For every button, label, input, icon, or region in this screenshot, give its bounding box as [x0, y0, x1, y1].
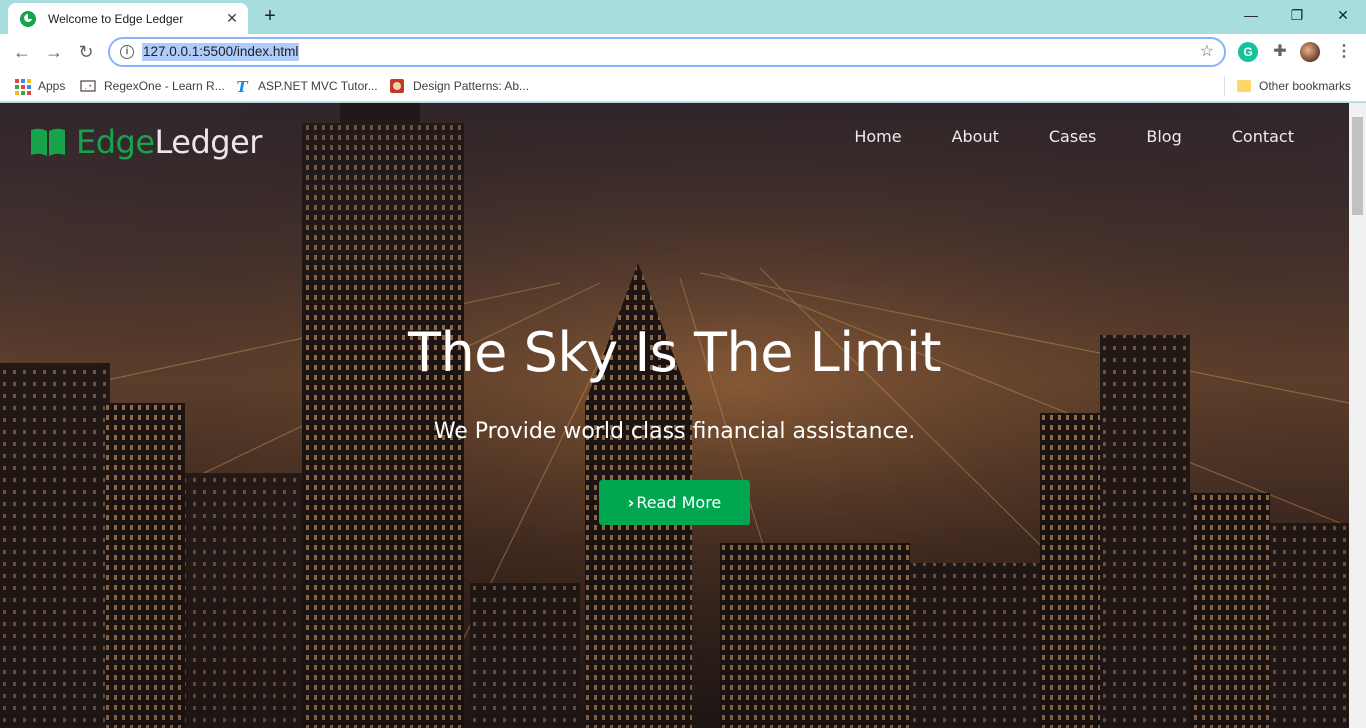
bookmark-aspnet[interactable]: T ASP.NET MVC Tutor...: [234, 76, 378, 96]
site-favicon-icon: [20, 10, 36, 27]
hero-title: The Sky Is The Limit: [407, 321, 942, 384]
address-bar[interactable]: i 127.0.0.1:5500/index.html ☆: [108, 37, 1226, 67]
nav-link-cases[interactable]: Cases: [1049, 127, 1097, 146]
bookmark-apps[interactable]: Apps: [14, 76, 65, 96]
scrollbar-thumb[interactable]: [1352, 117, 1363, 215]
tab-strip: Welcome to Edge Ledger ✕ + — ❐ ✕: [0, 0, 1366, 34]
bookmark-label: ASP.NET MVC Tutor...: [258, 79, 378, 93]
bookmarks-divider: [1224, 76, 1225, 96]
page-viewport: EdgeLedger Home About Cases Blog Contact…: [0, 103, 1349, 728]
bookmark-label: Apps: [38, 79, 66, 93]
bookmark-star-icon[interactable]: ☆: [1200, 41, 1214, 61]
book-logo-icon: [30, 127, 66, 157]
bookmark-label: Design Patterns: Ab...: [413, 79, 530, 93]
nav-link-contact[interactable]: Contact: [1232, 127, 1294, 146]
refactoring-guru-icon: [389, 78, 405, 94]
apps-grid-icon: [14, 78, 31, 95]
hero-subtitle: We Provide world class financial assista…: [433, 419, 916, 444]
read-more-label: Read More: [636, 493, 722, 512]
bookmark-design-patterns[interactable]: Design Patterns: Ab...: [389, 76, 529, 96]
browser-toolbar: ← → ↻ i 127.0.0.1:5500/index.html ☆ G ✚ …: [0, 34, 1366, 70]
url-text[interactable]: 127.0.0.1:5500/index.html: [142, 43, 300, 61]
chevron-right-icon: ›: [627, 493, 635, 512]
other-bookmarks[interactable]: Other bookmarks: [1237, 76, 1351, 96]
folder-icon: [1237, 80, 1251, 92]
browser-tab[interactable]: Welcome to Edge Ledger ✕: [8, 3, 248, 34]
regexone-icon: .*: [80, 78, 96, 94]
forward-button[interactable]: →: [42, 40, 66, 64]
reload-button[interactable]: ↻: [74, 40, 98, 64]
grammarly-extension-icon[interactable]: G: [1238, 42, 1258, 62]
other-bookmarks-label: Other bookmarks: [1259, 79, 1352, 93]
site-logo[interactable]: EdgeLedger: [30, 123, 262, 161]
browser-menu-icon[interactable]: ⋮: [1334, 42, 1354, 62]
read-more-button[interactable]: › Read More: [599, 480, 750, 525]
restore-button[interactable]: ❐: [1274, 4, 1320, 26]
tab-title: Welcome to Edge Ledger: [48, 11, 184, 26]
extensions-puzzle-icon[interactable]: ✚: [1270, 42, 1290, 62]
back-button[interactable]: ←: [10, 40, 34, 64]
site-info-icon[interactable]: i: [120, 45, 134, 59]
tutorialsteacher-icon: T: [234, 78, 250, 96]
page-scrollbar[interactable]: [1349, 103, 1366, 728]
bookmark-regexone[interactable]: .* RegexOne - Learn R...: [80, 76, 225, 96]
site-header: EdgeLedger Home About Cases Blog Contact: [0, 103, 1349, 173]
logo-text-ledger: Ledger: [154, 123, 263, 161]
tab-close-icon[interactable]: ✕: [224, 10, 240, 26]
nav-link-blog[interactable]: Blog: [1146, 127, 1181, 146]
nav-link-home[interactable]: Home: [854, 127, 901, 146]
nav-link-about[interactable]: About: [952, 127, 999, 146]
svg-text:T: T: [236, 78, 249, 94]
logo-text-edge: Edge: [76, 123, 155, 161]
new-tab-button[interactable]: +: [260, 6, 280, 26]
site-nav-links: Home About Cases Blog Contact: [804, 127, 1294, 146]
bookmark-label: RegexOne - Learn R...: [104, 79, 225, 93]
bookmarks-bar: Apps .* RegexOne - Learn R... T ASP.NET …: [0, 70, 1366, 102]
close-window-button[interactable]: ✕: [1320, 4, 1366, 26]
svg-text:.*: .*: [84, 83, 92, 91]
hero-overlay: [0, 103, 1349, 728]
minimize-button[interactable]: —: [1228, 4, 1274, 26]
profile-avatar[interactable]: [1300, 42, 1320, 62]
